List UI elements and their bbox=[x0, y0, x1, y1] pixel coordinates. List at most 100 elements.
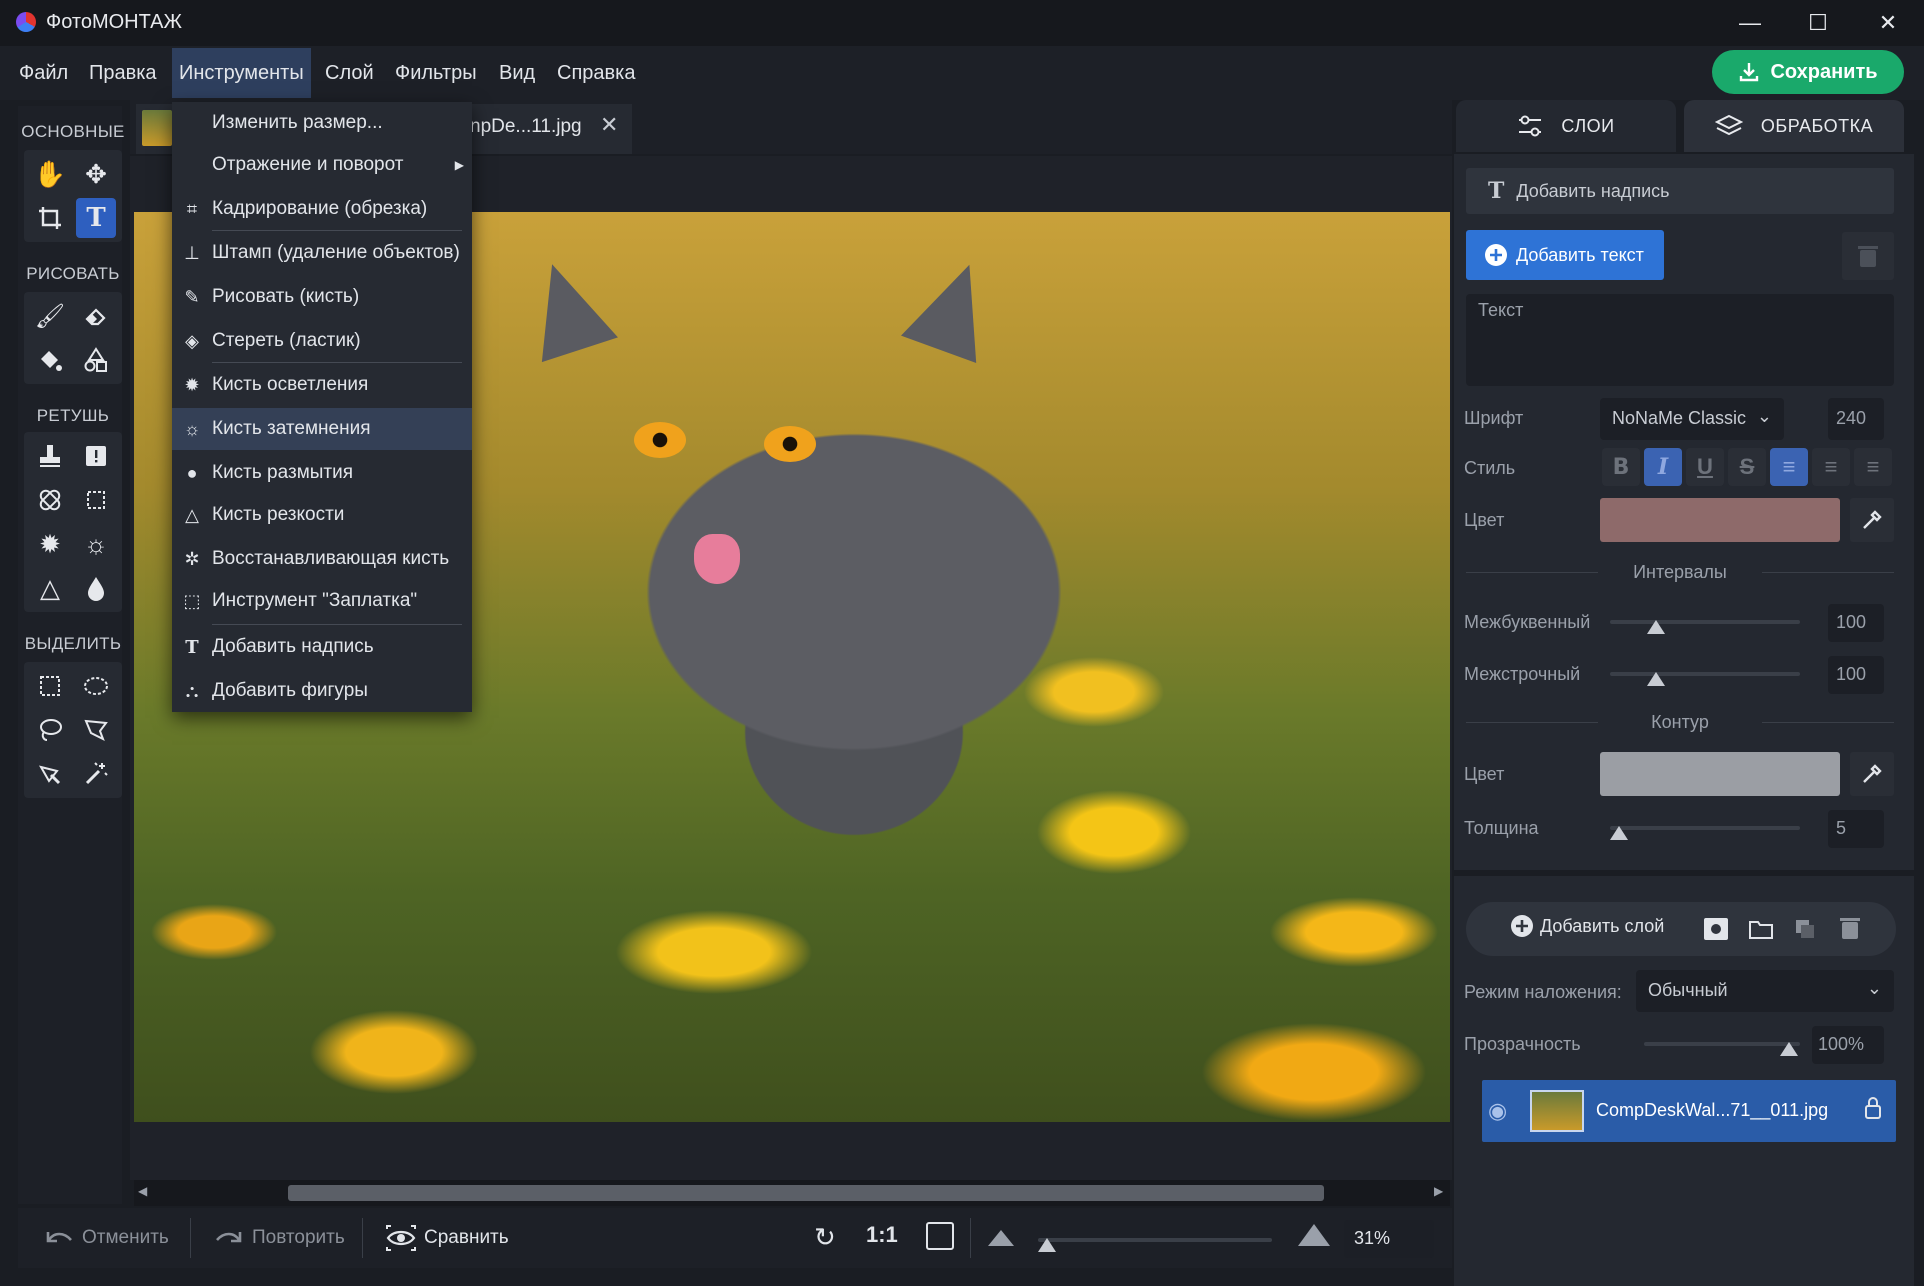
menu-edit[interactable]: Правка bbox=[82, 48, 164, 98]
scroll-right-icon[interactable]: ▶ bbox=[1434, 1184, 1443, 1198]
blend-mode-select[interactable]: Обычный ⌄ bbox=[1636, 970, 1894, 1012]
maximize-button[interactable]: ☐ bbox=[1788, 6, 1848, 40]
menu-dodge[interactable]: ✹ Кисть осветления bbox=[172, 364, 472, 406]
letter-spacing-field[interactable]: 100 bbox=[1828, 604, 1884, 642]
menu-add-caption[interactable]: T Добавить надпись bbox=[172, 626, 472, 668]
delete-layer-icon[interactable] bbox=[1840, 916, 1860, 946]
menu-help[interactable]: Справка bbox=[550, 48, 642, 98]
tab-processing[interactable]: ОБРАБОТКА bbox=[1684, 100, 1904, 152]
menu-layer[interactable]: Слой bbox=[318, 48, 381, 98]
undo-button[interactable]: Отменить bbox=[44, 1222, 169, 1254]
menu-blur[interactable]: ● Кисть размытия bbox=[172, 452, 472, 494]
fill-color-swatch[interactable] bbox=[1600, 498, 1840, 542]
menu-patch[interactable]: ⬚ Инструмент "Заплатка" bbox=[172, 580, 472, 622]
close-window-button[interactable]: ✕ bbox=[1858, 6, 1918, 40]
text-input[interactable]: Текст bbox=[1466, 294, 1894, 386]
mask-icon[interactable] bbox=[1704, 918, 1728, 940]
magic-wand-icon[interactable] bbox=[76, 754, 116, 794]
contour-eyedropper-button[interactable] bbox=[1850, 752, 1894, 796]
menu-flip-rotate[interactable]: Отражение и поворот ▶ bbox=[172, 144, 472, 186]
opacity-thumb[interactable] bbox=[1780, 1042, 1798, 1056]
magnetic-lasso-icon[interactable] bbox=[30, 754, 70, 794]
zoom-in-icon[interactable] bbox=[1298, 1224, 1330, 1246]
menu-add-shapes[interactable]: ⛬ Добавить фигуры bbox=[172, 670, 472, 712]
menu-sharpen[interactable]: △ Кисть резкости bbox=[172, 494, 472, 536]
menu-eraser[interactable]: ◈ Стереть (ластик) bbox=[172, 320, 472, 362]
align-left-icon[interactable]: ≡ bbox=[1770, 448, 1808, 486]
one-to-one-button[interactable]: 1:1 bbox=[866, 1222, 898, 1248]
rotate-icon[interactable]: ↻ bbox=[814, 1222, 836, 1253]
menu-filters[interactable]: Фильтры bbox=[388, 48, 484, 98]
letter-spacing-slider[interactable] bbox=[1610, 620, 1800, 624]
patch-tool-icon[interactable] bbox=[76, 480, 116, 520]
align-right-icon[interactable]: ≡ bbox=[1854, 448, 1892, 486]
letter-spacing-thumb[interactable] bbox=[1647, 620, 1665, 634]
tab-close-button[interactable]: ✕ bbox=[600, 112, 618, 138]
menu-burn[interactable]: ☼ Кисть затемнения bbox=[172, 408, 472, 450]
dodge-icon[interactable]: ✹ bbox=[30, 524, 70, 564]
opacity-slider[interactable] bbox=[1644, 1042, 1800, 1046]
bold-button[interactable]: B bbox=[1602, 448, 1640, 486]
scrollbar-thumb[interactable] bbox=[288, 1185, 1324, 1201]
blur-icon[interactable] bbox=[76, 568, 116, 608]
redo-button[interactable]: Повторить bbox=[214, 1222, 345, 1254]
strikethrough-button[interactable]: S bbox=[1728, 448, 1766, 486]
warning-stamp-icon[interactable] bbox=[76, 436, 116, 476]
italic-button[interactable]: I bbox=[1644, 448, 1682, 486]
move-icon[interactable]: ✥ bbox=[76, 154, 116, 194]
contour-color-swatch[interactable] bbox=[1600, 752, 1840, 796]
delete-text-button[interactable] bbox=[1842, 232, 1894, 280]
ellipse-select-icon[interactable] bbox=[76, 666, 116, 706]
zoom-slider-thumb[interactable] bbox=[1038, 1238, 1056, 1252]
visibility-eye-icon[interactable]: ◉ bbox=[1488, 1098, 1507, 1124]
crop-icon[interactable] bbox=[30, 198, 70, 238]
menu-stamp[interactable]: ⊥ Штамп (удаление объектов) bbox=[172, 232, 472, 274]
menu-file[interactable]: Файл bbox=[12, 48, 75, 98]
fit-screen-icon[interactable] bbox=[926, 1222, 954, 1250]
save-button[interactable]: Сохранить bbox=[1712, 50, 1904, 94]
fill-bucket-icon[interactable] bbox=[30, 340, 70, 380]
eraser-icon[interactable] bbox=[76, 296, 116, 336]
menu-crop[interactable]: ⌗ Кадрирование (обрезка) bbox=[172, 188, 472, 230]
tab-layers[interactable]: СЛОИ bbox=[1456, 100, 1676, 152]
thickness-slider[interactable] bbox=[1610, 826, 1800, 830]
compare-button[interactable]: Сравнить bbox=[386, 1222, 509, 1254]
minimize-button[interactable]: — bbox=[1720, 6, 1780, 40]
stamp-icon[interactable] bbox=[30, 436, 70, 476]
shapes-icon[interactable] bbox=[76, 340, 116, 380]
lasso-icon[interactable] bbox=[30, 710, 70, 750]
add-layer-button[interactable]: Добавить слой bbox=[1510, 914, 1664, 938]
polygon-lasso-icon[interactable] bbox=[76, 710, 116, 750]
font-select[interactable]: NoNaMe Classic ⌄ bbox=[1600, 398, 1784, 440]
add-text-button[interactable]: Добавить текст bbox=[1466, 230, 1664, 280]
eyedropper-button[interactable] bbox=[1850, 498, 1894, 542]
align-center-icon[interactable]: ≡ bbox=[1812, 448, 1850, 486]
burn-icon[interactable]: ☼ bbox=[76, 524, 116, 564]
sharpen-icon[interactable]: △ bbox=[30, 568, 70, 608]
menu-tools[interactable]: Инструменты bbox=[172, 48, 311, 98]
folder-icon[interactable] bbox=[1748, 918, 1774, 946]
brush-icon[interactable]: 🖌 bbox=[30, 296, 70, 336]
underline-button[interactable]: U bbox=[1686, 448, 1724, 486]
zoom-out-icon[interactable] bbox=[988, 1230, 1014, 1246]
opacity-field[interactable]: 100% bbox=[1812, 1026, 1884, 1064]
menu-resize[interactable]: Изменить размер... bbox=[172, 102, 472, 144]
menu-view[interactable]: Вид bbox=[492, 48, 542, 98]
duplicate-icon[interactable] bbox=[1794, 918, 1816, 946]
text-tool-icon[interactable]: T bbox=[76, 198, 116, 238]
hand-icon[interactable]: ✋ bbox=[30, 154, 70, 194]
zoom-field[interactable]: 31% bbox=[1344, 1220, 1434, 1258]
font-size-field[interactable]: 240 bbox=[1828, 398, 1884, 440]
rect-select-icon[interactable] bbox=[30, 666, 70, 706]
lock-icon[interactable] bbox=[1864, 1096, 1882, 1126]
line-spacing-thumb[interactable] bbox=[1647, 672, 1665, 686]
menu-brush[interactable]: ✎ Рисовать (кисть) bbox=[172, 276, 472, 318]
thickness-thumb[interactable] bbox=[1610, 826, 1628, 840]
menu-healing[interactable]: ✲ Восстанавливающая кисть bbox=[172, 538, 472, 580]
healing-brush-icon[interactable] bbox=[30, 480, 70, 520]
zoom-slider[interactable] bbox=[1038, 1238, 1272, 1242]
line-spacing-slider[interactable] bbox=[1610, 672, 1800, 676]
scroll-left-icon[interactable]: ◀ bbox=[138, 1184, 147, 1198]
line-spacing-field[interactable]: 100 bbox=[1828, 656, 1884, 694]
thickness-field[interactable]: 5 bbox=[1828, 810, 1884, 848]
